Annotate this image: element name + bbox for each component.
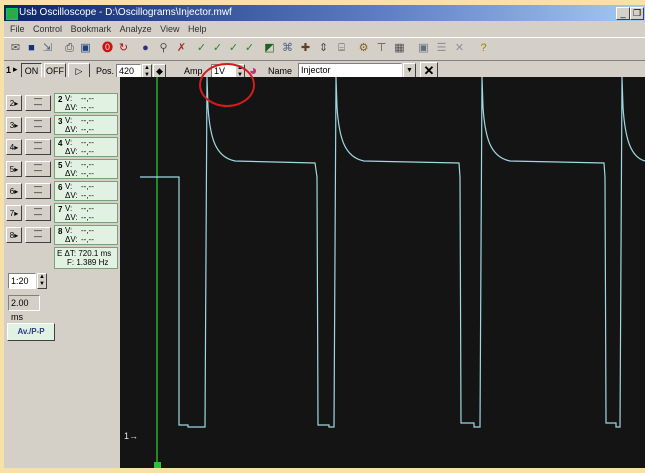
channel-scale-button[interactable]: — — (25, 161, 51, 177)
channel-readout: 5 V: --,-- ΔV: --,-- (54, 159, 118, 179)
channel-select-button[interactable]: 7▸ (6, 205, 22, 221)
channel-readout: 3 V: --,-- ΔV: --,-- (54, 115, 118, 135)
scale-icon[interactable]: ⇕ (316, 41, 331, 56)
menu-control[interactable]: Control (33, 22, 62, 36)
avg-pp-button[interactable]: Av./P-P (7, 323, 55, 341)
amp-highlight-circle (199, 63, 255, 107)
channel-readout: 6 V: --,-- ΔV: --,-- (54, 181, 118, 201)
help-icon[interactable]: ? (476, 41, 491, 56)
channel-scale-button[interactable]: — — (25, 95, 51, 111)
channel-select-button[interactable]: 5▸ (6, 161, 22, 177)
channel-row: 6▸ — — 6 V: --,-- ΔV: --,-- (6, 181, 118, 201)
chart-icon[interactable]: ⌸ (334, 41, 349, 56)
toolbar: ✉ ■ ⇲ ⎙ ▣ ⓿ ↻ ● ⚲ ✗ ✓ ✓ ✓ ✓ ◩ ⌘ ✚ ⇕ ⌸ ⚙ … (4, 37, 645, 61)
pos-label: Pos. (96, 66, 115, 76)
bar-icon[interactable]: ▦ (392, 41, 407, 56)
restore-button[interactable]: ❐ (630, 7, 644, 20)
channel-select-button[interactable]: 2▸ (6, 95, 22, 111)
save-icon[interactable]: ■ (24, 41, 39, 56)
trigger-icon[interactable]: ✗ (174, 41, 189, 56)
open-icon[interactable]: ✉ (8, 41, 23, 56)
channel-readout: 2 V: --,-- ΔV: --,-- (54, 93, 118, 113)
name-dropdown-icon[interactable]: ▼ (403, 63, 416, 78)
probe-icon[interactable]: ⊤ (374, 41, 389, 56)
cursor-icon[interactable]: ✚ (298, 41, 313, 56)
channel-sidebar: 2▸ — — 2 V: --,-- ΔV: --,-- 3▸ — — 3 V: --… (4, 77, 120, 468)
cursor-handle[interactable] (154, 462, 161, 468)
arrow-icon: ▸ (13, 64, 18, 74)
delta-time: E ΔT: 720.1 ms (57, 249, 112, 258)
list-icon[interactable]: ☰ (434, 41, 449, 56)
channel-select-button[interactable]: 4▸ (6, 139, 22, 155)
waveform-plot (140, 77, 645, 468)
window-icon[interactable]: ▣ (416, 41, 431, 56)
channel-readout: 7 V: --,-- ΔV: --,-- (54, 203, 118, 223)
zoom-icon[interactable]: ⚲ (156, 41, 171, 56)
refresh-icon[interactable]: ↻ (116, 41, 131, 56)
filter-icon[interactable]: ◩ (262, 41, 277, 56)
record-icon[interactable]: ⓿ (100, 41, 115, 56)
channel-select-button[interactable]: 8▸ (6, 227, 22, 243)
app-window: Usb Oscilloscope - D:\Oscillograms\Injec… (4, 5, 645, 468)
measurement-readout: E ΔT: 720.1 ms F: 1.389 Hz (54, 247, 118, 269)
oscilloscope-screen[interactable]: 1→ (120, 77, 645, 468)
frequency: F: 1.389 Hz (67, 258, 109, 267)
menu-bookmark[interactable]: Bookmark (71, 22, 112, 36)
channel-readout: 4 V: --,-- ΔV: --,-- (54, 137, 118, 157)
measure-icon[interactable]: ✓ (194, 41, 209, 56)
stop-icon[interactable]: ● (138, 41, 153, 56)
app-icon (6, 8, 18, 20)
channel-row: 3▸ — — 3 V: --,-- ΔV: --,-- (6, 115, 118, 135)
menu-bar: File Control Bookmark Analyze View Help (4, 22, 645, 36)
settings-icon[interactable]: ⚙ (356, 41, 371, 56)
channel-row: 2▸ — — 2 V: --,-- ΔV: --,-- (6, 93, 118, 113)
timebase-spinner[interactable]: ▲ ▼ (37, 273, 47, 289)
channel-readout: 8 V: --,-- ΔV: --,-- (54, 225, 118, 245)
channel-row: 4▸ — — 4 V: --,-- ΔV: --,-- (6, 137, 118, 157)
print-icon[interactable]: ⎙ (62, 41, 77, 56)
channel1-marker: 1→ (124, 431, 139, 441)
channel1-label: 1 (6, 65, 12, 75)
clear-icon[interactable]: ✕ (452, 41, 467, 56)
title-bar: Usb Oscilloscope - D:\Oscillograms\Injec… (4, 5, 645, 21)
channel-row: 8▸ — — 8 V: --,-- ΔV: --,-- (6, 225, 118, 245)
window-title: Usb Oscilloscope - D:\Oscillograms\Injec… (19, 7, 232, 18)
grid-icon[interactable]: ⌘ (280, 41, 295, 56)
measure3-icon[interactable]: ✓ (226, 41, 241, 56)
menu-file[interactable]: File (10, 22, 25, 36)
timebase-scale: 2.00 ms (8, 295, 40, 322)
menu-view[interactable]: View (160, 22, 179, 36)
name-label: Name (268, 66, 293, 76)
channel-scale-button[interactable]: — — (25, 227, 51, 243)
measure4-icon[interactable]: ✓ (242, 41, 257, 56)
menu-analyze[interactable]: Analyze (120, 22, 152, 36)
channel-scale-button[interactable]: — — (25, 139, 51, 155)
minimize-button[interactable]: _ (616, 7, 630, 20)
name-input[interactable]: Injector (298, 63, 402, 78)
export-icon[interactable]: ⇲ (40, 41, 55, 56)
menu-help[interactable]: Help (188, 22, 207, 36)
waveform-trace (140, 77, 645, 428)
channel-row: 5▸ — — 5 V: --,-- ΔV: --,-- (6, 159, 118, 179)
measure2-icon[interactable]: ✓ (210, 41, 225, 56)
channel-scale-button[interactable]: — — (25, 117, 51, 133)
floppy-icon[interactable]: ▣ (78, 41, 93, 56)
timebase-ratio-input[interactable]: 1:20 (8, 273, 36, 289)
channel-select-button[interactable]: 6▸ (6, 183, 22, 199)
channel-scale-button[interactable]: — — (25, 183, 51, 199)
channel-select-button[interactable]: 3▸ (6, 117, 22, 133)
channel-scale-button[interactable]: — — (25, 205, 51, 221)
channel-row: 7▸ — — 7 V: --,-- ΔV: --,-- (6, 203, 118, 223)
